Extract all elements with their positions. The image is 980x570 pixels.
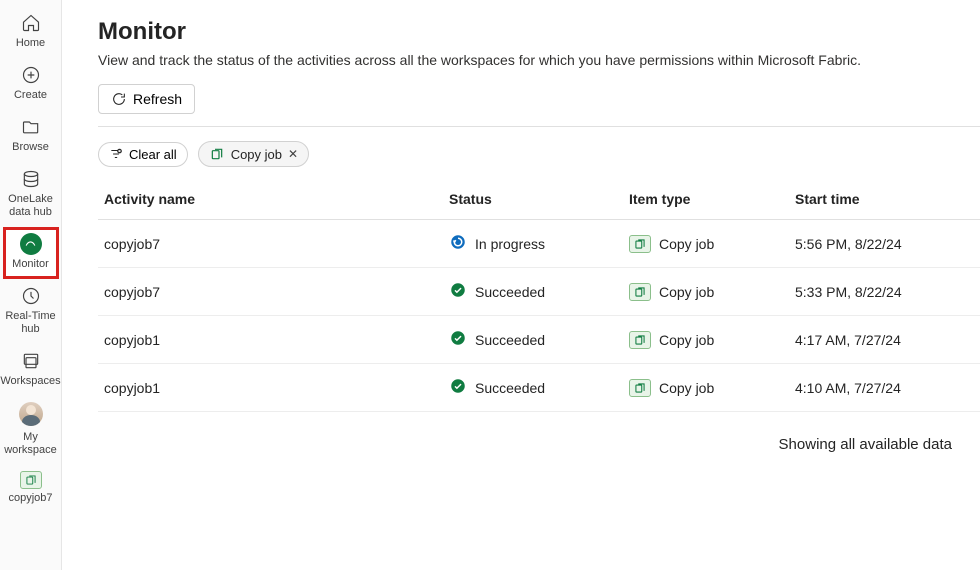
clear-all-label: Clear all [129, 147, 177, 162]
copyjob-icon [209, 146, 225, 162]
sidebar-item-monitor[interactable]: Monitor [3, 227, 59, 279]
col-status[interactable]: Status [449, 191, 629, 207]
left-sidebar: Home Create Browse OneLake data hub Moni… [0, 0, 62, 570]
cell-status: In progress [449, 233, 629, 254]
sidebar-item-browse[interactable]: Browse [3, 110, 59, 162]
sidebar-item-label: Create [14, 89, 47, 102]
realtime-icon [20, 285, 42, 307]
item-type-text: Copy job [659, 380, 714, 396]
cell-status: Succeeded [449, 377, 629, 398]
sidebar-item-realtime[interactable]: Real-Time hub [3, 279, 59, 344]
table-body: copyjob7 In progress Copy job 5:56 PM, 8/22… [98, 220, 980, 412]
inprogress-icon [449, 233, 467, 254]
close-icon[interactable]: ✕ [288, 147, 298, 161]
copyjob-icon [20, 471, 42, 489]
toolbar: Refresh [98, 84, 980, 127]
cell-activity-name: copyjob7 [104, 236, 449, 252]
sidebar-item-copyjob7[interactable]: copyjob7 [3, 465, 59, 513]
filter-clear-icon [109, 147, 123, 161]
sidebar-item-label: copyjob7 [8, 492, 52, 505]
item-type-text: Copy job [659, 284, 714, 300]
item-type-text: Copy job [659, 332, 714, 348]
cell-start-time: 5:56 PM, 8/22/24 [795, 236, 980, 252]
status-text: In progress [475, 236, 545, 252]
sidebar-item-label: OneLake data hub [3, 193, 59, 219]
success-icon [449, 329, 467, 350]
cell-start-time: 5:33 PM, 8/22/24 [795, 284, 980, 300]
copyjob-icon [629, 235, 651, 253]
monitor-icon [20, 233, 42, 255]
status-text: Succeeded [475, 380, 545, 396]
create-icon [20, 64, 42, 86]
table-row[interactable]: copyjob1 Succeeded Copy job 4:10 AM, 7/27/2… [98, 364, 980, 412]
workspaces-icon [20, 350, 42, 372]
cell-start-time: 4:17 AM, 7/27/24 [795, 332, 980, 348]
sidebar-item-label: Browse [12, 141, 49, 154]
page-subtitle: View and track the status of the activit… [98, 52, 980, 68]
status-text: Succeeded [475, 332, 545, 348]
cell-item-type: Copy job [629, 283, 795, 301]
cell-activity-name: copyjob1 [104, 380, 449, 396]
copyjob-icon [629, 283, 651, 301]
table-row[interactable]: copyjob7 In progress Copy job 5:56 PM, 8/22… [98, 220, 980, 268]
refresh-icon [111, 91, 127, 107]
cell-item-type: Copy job [629, 331, 795, 349]
sidebar-item-label: Workspaces [0, 375, 60, 388]
filter-chip-copyjob[interactable]: Copy job ✕ [198, 141, 309, 167]
item-type-text: Copy job [659, 236, 714, 252]
sidebar-item-create[interactable]: Create [3, 58, 59, 110]
home-icon [20, 12, 42, 34]
sidebar-item-workspaces[interactable]: Workspaces [3, 344, 59, 396]
sidebar-item-label: My workspace [3, 431, 59, 457]
avatar-icon [19, 402, 43, 426]
sidebar-item-label: Real-Time hub [3, 310, 59, 336]
cell-item-type: Copy job [629, 379, 795, 397]
success-icon [449, 281, 467, 302]
cell-item-type: Copy job [629, 235, 795, 253]
cell-start-time: 4:10 AM, 7/27/24 [795, 380, 980, 396]
success-icon [449, 377, 467, 398]
sidebar-item-onelake[interactable]: OneLake data hub [3, 162, 59, 227]
refresh-label: Refresh [133, 91, 182, 107]
copyjob-icon [629, 379, 651, 397]
copyjob-icon [629, 331, 651, 349]
sidebar-item-label: Monitor [12, 258, 49, 271]
filter-bar: Clear all Copy job ✕ [98, 127, 980, 177]
sidebar-item-home[interactable]: Home [3, 6, 59, 58]
sidebar-item-label: Home [16, 37, 45, 50]
col-activity[interactable]: Activity name [104, 191, 449, 207]
sidebar-item-myworkspace[interactable]: My workspace [3, 396, 59, 465]
refresh-button[interactable]: Refresh [98, 84, 195, 114]
table-row[interactable]: copyjob1 Succeeded Copy job 4:17 AM, 7/27/2… [98, 316, 980, 364]
page-title: Monitor [98, 18, 980, 46]
filter-chip-label: Copy job [231, 147, 282, 162]
status-text: Succeeded [475, 284, 545, 300]
cell-activity-name: copyjob1 [104, 332, 449, 348]
cell-status: Succeeded [449, 281, 629, 302]
cell-status: Succeeded [449, 329, 629, 350]
col-start[interactable]: Start time [795, 191, 980, 207]
clear-all-button[interactable]: Clear all [98, 142, 188, 167]
datahub-icon [20, 168, 42, 190]
table-header: Activity name Status Item type Start tim… [98, 177, 980, 220]
col-itemtype[interactable]: Item type [629, 191, 795, 207]
table-footer: Showing all available data [98, 412, 980, 453]
table-row[interactable]: copyjob7 Succeeded Copy job 5:33 PM, 8/22/2… [98, 268, 980, 316]
browse-icon [20, 116, 42, 138]
cell-activity-name: copyjob7 [104, 284, 449, 300]
main-content: Monitor View and track the status of the… [62, 0, 980, 570]
